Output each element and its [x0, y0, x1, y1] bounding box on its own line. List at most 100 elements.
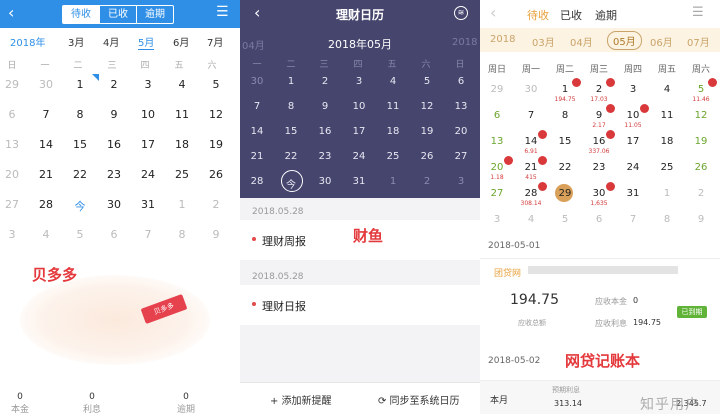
tab-received[interactable]: 已收 [560, 7, 582, 23]
month-7[interactable]: 7月 [207, 34, 223, 49]
calendar-day[interactable]: 17 [346, 126, 372, 137]
calendar-day[interactable]: 4 [32, 228, 60, 241]
month-3[interactable]: 3月 [68, 34, 84, 49]
calendar-day[interactable]: 13 [480, 136, 514, 147]
calendar-day[interactable]: 28 [32, 198, 60, 211]
calendar-day[interactable]: 25 [168, 168, 196, 181]
calendar-day[interactable]: 4 [514, 214, 548, 225]
calendar-day[interactable]: 26 [684, 162, 718, 173]
calendar-day[interactable]: 15 [66, 138, 94, 151]
month-6[interactable]: 6月 [173, 34, 189, 49]
calendar-day[interactable]: 8 [278, 101, 304, 112]
calendar-day[interactable]: 1 [380, 176, 406, 187]
calendar-day[interactable]: 5 [414, 76, 440, 87]
calendar-day[interactable]: 24 [346, 151, 372, 162]
calendar-day[interactable]: 19 [684, 136, 718, 147]
calendar-day[interactable]: 29 [548, 188, 582, 199]
calendar-day[interactable]: 29 [0, 78, 26, 91]
calendar-day[interactable]: 24 [134, 168, 162, 181]
month-7[interactable]: 07月 [687, 34, 710, 49]
calendar-day[interactable]: 4 [380, 76, 406, 87]
month-6[interactable]: 06月 [650, 34, 673, 49]
calendar-day[interactable]: 9 [684, 214, 718, 225]
calendar-day[interactable]: 17 [134, 138, 162, 151]
calendar-day[interactable]: 19 [202, 138, 230, 151]
calendar-day[interactable]: 31 [134, 198, 162, 211]
month-4[interactable]: 4月 [103, 34, 119, 49]
calendar-day[interactable]: 4 [168, 78, 196, 91]
calendar-day[interactable]: 2 [202, 198, 230, 211]
calendar-day[interactable]: 25 [650, 162, 684, 173]
calendar-day[interactable]: 12 [414, 101, 440, 112]
calendar-day[interactable]: 7 [244, 101, 270, 112]
calendar-day[interactable]: 8 [650, 214, 684, 225]
calendar-day[interactable]: 9 [202, 228, 230, 241]
calendar-day[interactable]: 24 [616, 162, 650, 173]
add-reminder-button[interactable]: + 添加新提醒 [270, 392, 332, 407]
sync-calendar-button[interactable]: ⟳ 同步至系统日历 [378, 392, 460, 407]
calendar-day[interactable]: 3 [346, 76, 372, 87]
calendar-day[interactable]: 30 [312, 176, 338, 187]
calendar-day[interactable]: 23 [100, 168, 128, 181]
calendar-day[interactable]: 19 [414, 126, 440, 137]
calendar-day[interactable]: 18 [168, 138, 196, 151]
calendar-day[interactable]: 4 [650, 84, 684, 95]
calendar-day[interactable]: 12 [684, 110, 718, 121]
calendar-day[interactable]: 13 [448, 101, 474, 112]
calendar-day[interactable]: 11 [650, 110, 684, 121]
calendar-day[interactable]: 8 [548, 110, 582, 121]
calendar-day[interactable]: 今 [278, 176, 304, 191]
calendar-day[interactable]: 29 [480, 84, 514, 95]
calendar-day[interactable]: 1 [278, 76, 304, 87]
calendar-day[interactable]: 23 [582, 162, 616, 173]
calendar-day[interactable]: 9 [100, 108, 128, 121]
calendar-day[interactable]: 6 [448, 76, 474, 87]
calendar-day[interactable]: 25 [380, 151, 406, 162]
calendar-day[interactable]: 26 [414, 151, 440, 162]
month-5[interactable]: 05月 [607, 31, 642, 50]
calendar-day[interactable]: 13 [0, 138, 26, 151]
calendar-day[interactable]: 11 [168, 108, 196, 121]
calendar-day[interactable]: 18 [650, 136, 684, 147]
calendar-day[interactable]: 17 [616, 136, 650, 147]
calendar-day[interactable]: 11 [380, 101, 406, 112]
next-year[interactable]: 2018 [452, 37, 477, 48]
calendar-day[interactable]: 14 [32, 138, 60, 151]
calendar-day[interactable]: 2 [100, 78, 128, 91]
calendar-day[interactable]: 20 [448, 126, 474, 137]
calendar-day[interactable]: 16 [312, 126, 338, 137]
back-icon[interactable]: ‹ [490, 3, 496, 22]
calendar-day[interactable]: 6 [100, 228, 128, 241]
calendar-day[interactable]: 2 [312, 76, 338, 87]
calendar-day[interactable]: 31 [616, 188, 650, 199]
tab-overdue[interactable]: 逾期 [137, 6, 173, 23]
calendar-day[interactable]: 6 [582, 214, 616, 225]
calendar-day[interactable]: 5 [548, 214, 582, 225]
back-icon[interactable]: ‹ [8, 3, 14, 22]
calendar-day[interactable]: 30 [244, 76, 270, 87]
tab-received[interactable]: 已收 [100, 6, 137, 23]
month-3[interactable]: 03月 [532, 34, 555, 49]
calendar-day[interactable]: 7 [32, 108, 60, 121]
calendar-day[interactable]: 30 [100, 198, 128, 211]
month-5[interactable]: 5月 [138, 34, 155, 50]
calendar-day[interactable]: 15 [278, 126, 304, 137]
calendar-day[interactable]: 3 [480, 214, 514, 225]
calendar-day[interactable]: 2 [684, 188, 718, 199]
calendar-day[interactable]: 1 [168, 198, 196, 211]
calendar-day[interactable]: 22 [548, 162, 582, 173]
calendar-day[interactable]: 22 [66, 168, 94, 181]
calendar-day[interactable]: 5 [202, 78, 230, 91]
calendar-day[interactable]: 5 [66, 228, 94, 241]
calendar-day[interactable]: 16 [100, 138, 128, 151]
calendar-day[interactable]: 10 [134, 108, 162, 121]
tab-overdue[interactable]: 逾期 [595, 7, 617, 23]
calendar-day[interactable]: 3 [448, 176, 474, 187]
calendar-day[interactable]: 30 [32, 78, 60, 91]
month-4[interactable]: 04月 [570, 34, 593, 49]
calendar-day[interactable]: 28 [244, 176, 270, 187]
calendar-day[interactable]: 21 [244, 151, 270, 162]
calendar-day[interactable]: 18 [380, 126, 406, 137]
calendar-day[interactable]: 6 [480, 110, 514, 121]
calendar-day[interactable]: 27 [0, 198, 26, 211]
